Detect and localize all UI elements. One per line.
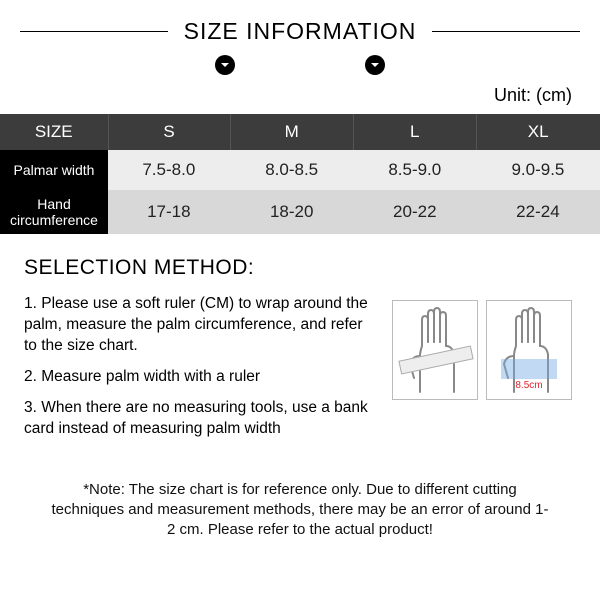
method-body: 1. Please use a soft ruler (CM) to wrap … (24, 294, 580, 450)
divider-right (432, 31, 580, 32)
selection-method-heading: SELECTION METHOD: (24, 256, 580, 280)
hand-illustrations: 8.5cm (392, 300, 572, 400)
selection-method-section: SELECTION METHOD: 1. Please use a soft r… (0, 234, 600, 450)
table-row: Palmar width 7.5-8.0 8.0-8.5 8.5-9.0 9.0… (0, 150, 600, 190)
width-measure-label: 8.5cm (515, 380, 542, 391)
divider-left (20, 31, 168, 32)
cell: 9.0-9.5 (476, 150, 599, 190)
row-label-hand-circumference: Hand circumference (0, 190, 108, 234)
footnote: *Note: The size chart is for reference o… (0, 450, 600, 541)
cell: 22-24 (476, 190, 599, 234)
col-l: L (353, 114, 476, 150)
chevron-down-icon (365, 55, 385, 75)
unit-label: Unit: (cm) (0, 85, 600, 114)
page-title: SIZE INFORMATION (184, 18, 417, 45)
size-table: SIZE S M L XL Palmar width 7.5-8.0 8.0-8… (0, 114, 600, 234)
method-step: 2. Measure palm width with a ruler (24, 367, 374, 388)
size-information-card: SIZE INFORMATION Unit: (cm) SIZE S M L X… (0, 0, 600, 540)
cell: 8.0-8.5 (230, 150, 353, 190)
table-header-row: SIZE S M L XL (0, 114, 600, 150)
table-row: Hand circumference 17-18 18-20 20-22 22-… (0, 190, 600, 234)
row-label-palmar-width: Palmar width (0, 150, 108, 190)
col-size: SIZE (0, 114, 108, 150)
title-row: SIZE INFORMATION (0, 0, 600, 55)
cell: 18-20 (230, 190, 353, 234)
hand-circumference-illustration (392, 300, 478, 400)
cell: 17-18 (108, 190, 230, 234)
method-step: 3. When there are no measuring tools, us… (24, 398, 374, 440)
decorative-icon-row (0, 55, 600, 85)
cell: 7.5-8.0 (108, 150, 230, 190)
hand-width-illustration: 8.5cm (486, 300, 572, 400)
method-steps: 1. Please use a soft ruler (CM) to wrap … (24, 294, 374, 450)
cell: 8.5-9.0 (353, 150, 476, 190)
width-band-icon (501, 359, 557, 379)
col-s: S (108, 114, 230, 150)
col-xl: XL (476, 114, 599, 150)
col-m: M (230, 114, 353, 150)
method-step: 1. Please use a soft ruler (CM) to wrap … (24, 294, 374, 357)
cell: 20-22 (353, 190, 476, 234)
chevron-down-icon (215, 55, 235, 75)
